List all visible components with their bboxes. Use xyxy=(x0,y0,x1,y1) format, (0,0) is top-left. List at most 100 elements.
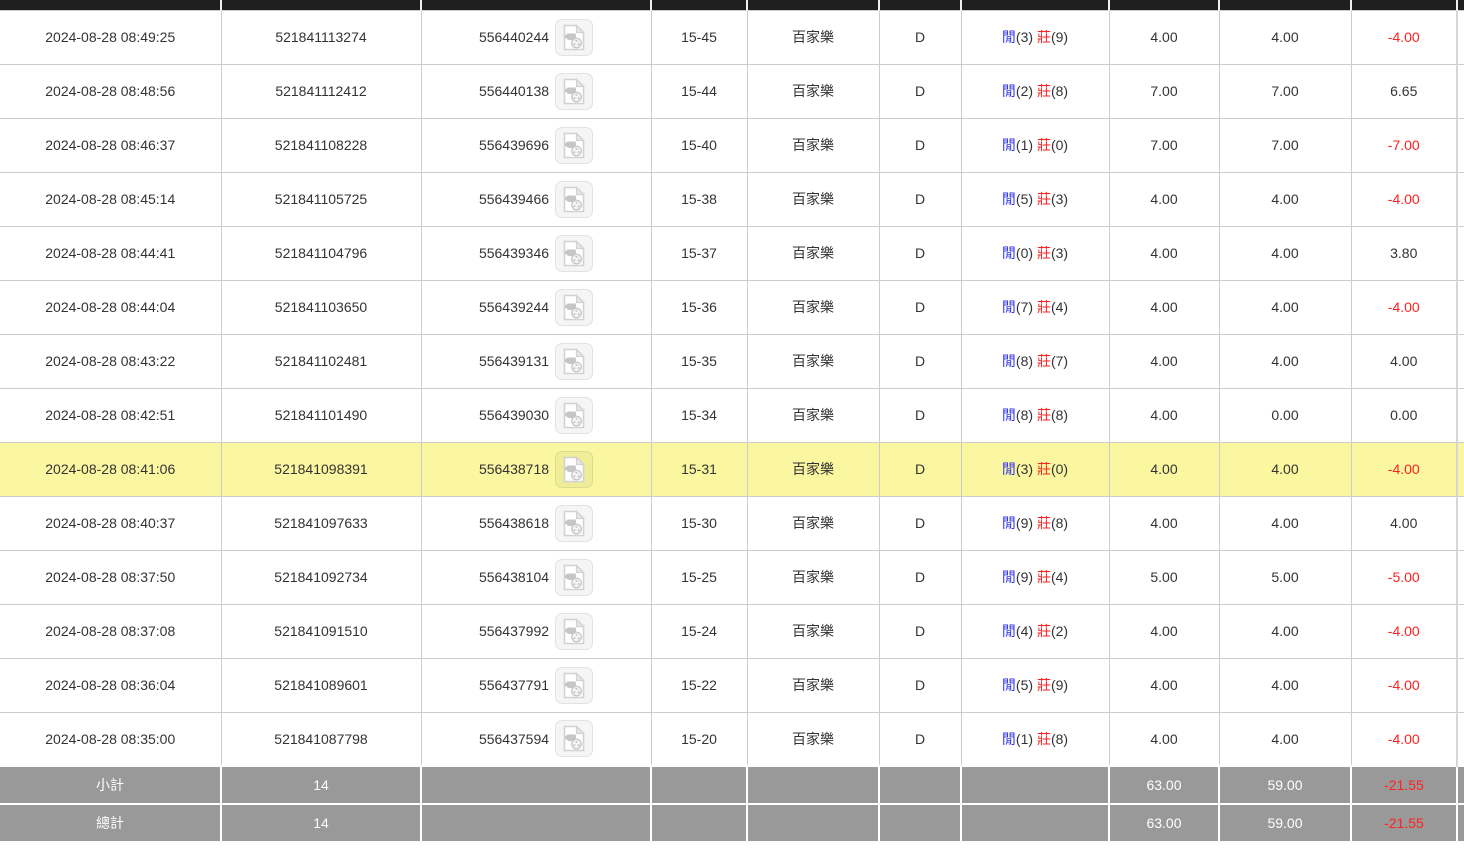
table-row[interactable]: 2024-08-28 08:37:08 521841091510 5564379… xyxy=(0,604,1464,658)
video-replay-button[interactable] xyxy=(555,559,593,596)
cell-overflow-sliver xyxy=(1457,226,1464,280)
player-label: 閒 xyxy=(1002,677,1016,693)
cell-bet-amount[interactable]: 4.00 xyxy=(1109,172,1219,226)
cell-result: 閒(1) 莊(0) xyxy=(961,118,1109,172)
cell-table-round: 15-36 xyxy=(651,280,747,334)
cell-round-id: 556440138 xyxy=(421,64,651,118)
cell-bet-amount[interactable]: 4.00 xyxy=(1109,280,1219,334)
cell-table-round: 15-20 xyxy=(651,712,747,766)
video-replay-button[interactable] xyxy=(555,613,593,650)
banker-label: 莊 xyxy=(1037,569,1051,585)
cell-round-id: 556437791 xyxy=(421,658,651,712)
cell-valid-bet: 4.00 xyxy=(1219,658,1351,712)
cell-bet-amount[interactable]: 4.00 xyxy=(1109,226,1219,280)
cell-bet-amount[interactable]: 4.00 xyxy=(1109,442,1219,496)
video-replay-button[interactable] xyxy=(555,720,593,757)
table-row[interactable]: 2024-08-28 08:44:41 521841104796 5564393… xyxy=(0,226,1464,280)
header-cell xyxy=(961,0,1109,10)
round-id-text: 556438104 xyxy=(479,569,549,585)
cell-bet-amount[interactable]: 4.00 xyxy=(1109,334,1219,388)
banker-label: 莊 xyxy=(1037,245,1051,261)
subtotal-row: 小計 14 63.00 59.00 -21.55 xyxy=(0,766,1464,804)
cell-table-round: 15-35 xyxy=(651,334,747,388)
cell-overflow-sliver xyxy=(1457,388,1464,442)
subtotal-empty-cell xyxy=(961,766,1109,804)
round-id-text: 556437992 xyxy=(479,623,549,639)
video-replay-button[interactable] xyxy=(555,451,593,488)
cell-table-round: 15-25 xyxy=(651,550,747,604)
player-score: (0) xyxy=(1016,245,1033,261)
table-row[interactable]: 2024-08-28 08:45:14 521841105725 5564394… xyxy=(0,172,1464,226)
video-file-icon xyxy=(562,24,586,51)
round-id-text: 556439346 xyxy=(479,245,549,261)
banker-label: 莊 xyxy=(1037,191,1051,207)
cell-bet-amount[interactable]: 4.00 xyxy=(1109,658,1219,712)
video-replay-button[interactable] xyxy=(555,127,593,164)
cell-bet-amount[interactable]: 7.00 xyxy=(1109,64,1219,118)
cell-bet-amount[interactable]: 4.00 xyxy=(1109,712,1219,766)
cell-bet-amount[interactable]: 4.00 xyxy=(1109,388,1219,442)
cell-bet-amount[interactable]: 5.00 xyxy=(1109,550,1219,604)
video-replay-button[interactable] xyxy=(555,343,593,380)
video-replay-button[interactable] xyxy=(555,397,593,434)
round-id-text: 556439030 xyxy=(479,407,549,423)
cell-overflow-sliver xyxy=(1457,658,1464,712)
cell-result: 閒(5) 莊(9) xyxy=(961,658,1109,712)
cell-round-id: 556438718 xyxy=(421,442,651,496)
cell-game-type: 百家樂 xyxy=(747,712,879,766)
player-score: (9) xyxy=(1016,515,1033,531)
table-row[interactable]: 2024-08-28 08:49:25 521841113274 5564402… xyxy=(0,10,1464,64)
table-row[interactable]: 2024-08-28 08:46:37 521841108228 5564396… xyxy=(0,118,1464,172)
player-score: (1) xyxy=(1016,731,1033,747)
cell-bet-amount[interactable]: 4.00 xyxy=(1109,496,1219,550)
cell-valid-bet: 7.00 xyxy=(1219,64,1351,118)
video-replay-button[interactable] xyxy=(555,19,593,56)
player-label: 閒 xyxy=(1002,83,1016,99)
table-row[interactable]: 2024-08-28 08:40:37 521841097633 5564386… xyxy=(0,496,1464,550)
cell-bet-id: 521841098391 xyxy=(221,442,421,496)
video-replay-button[interactable] xyxy=(555,235,593,272)
cell-overflow-sliver xyxy=(1457,442,1464,496)
cell-bet-amount[interactable]: 4.00 xyxy=(1109,10,1219,64)
total-count: 14 xyxy=(221,804,421,842)
cell-round-id: 556440244 xyxy=(421,10,651,64)
table-row[interactable]: 2024-08-28 08:36:04 521841089601 5564377… xyxy=(0,658,1464,712)
cell-table-code: D xyxy=(879,442,961,496)
cell-bet-amount[interactable]: 4.00 xyxy=(1109,604,1219,658)
banker-label: 莊 xyxy=(1037,299,1051,315)
cell-result: 閒(5) 莊(3) xyxy=(961,172,1109,226)
video-replay-button[interactable] xyxy=(555,289,593,326)
total-row: 總計 14 63.00 59.00 -21.55 xyxy=(0,804,1464,842)
header-cell xyxy=(0,0,221,10)
cell-overflow-sliver xyxy=(1457,172,1464,226)
banker-label: 莊 xyxy=(1037,731,1051,747)
table-header-row-cutoff xyxy=(0,0,1464,10)
total-empty-cell xyxy=(651,804,747,842)
video-replay-button[interactable] xyxy=(555,505,593,542)
cell-overflow-sliver xyxy=(1457,64,1464,118)
cell-bet-id: 521841113274 xyxy=(221,10,421,64)
subtotal-bet-sum: 63.00 xyxy=(1109,766,1219,804)
cell-bet-time: 2024-08-28 08:43:22 xyxy=(0,334,221,388)
table-row[interactable]: 2024-08-28 08:35:00 521841087798 5564375… xyxy=(0,712,1464,766)
cell-result: 閒(3) 莊(9) xyxy=(961,10,1109,64)
subtotal-empty-cell xyxy=(747,766,879,804)
table-row[interactable]: 2024-08-28 08:48:56 521841112412 5564401… xyxy=(0,64,1464,118)
cell-bet-amount[interactable]: 7.00 xyxy=(1109,118,1219,172)
cell-bet-time: 2024-08-28 08:37:50 xyxy=(0,550,221,604)
cell-bet-time: 2024-08-28 08:35:00 xyxy=(0,712,221,766)
table-row[interactable]: 2024-08-28 08:41:06 521841098391 5564387… xyxy=(0,442,1464,496)
table-row[interactable]: 2024-08-28 08:37:50 521841092734 5564381… xyxy=(0,550,1464,604)
winloss-cell: -4.00 xyxy=(1351,280,1457,334)
video-replay-button[interactable] xyxy=(555,667,593,704)
table-row[interactable]: 2024-08-28 08:44:04 521841103650 5564392… xyxy=(0,280,1464,334)
cell-round-id: 556437992 xyxy=(421,604,651,658)
cell-bet-id: 521841103650 xyxy=(221,280,421,334)
table-row[interactable]: 2024-08-28 08:43:22 521841102481 5564391… xyxy=(0,334,1464,388)
header-cell xyxy=(221,0,421,10)
video-replay-button[interactable] xyxy=(555,73,593,110)
subtotal-winloss-sum: -21.55 xyxy=(1351,766,1457,804)
video-replay-button[interactable] xyxy=(555,181,593,218)
video-file-icon xyxy=(562,564,586,591)
table-row[interactable]: 2024-08-28 08:42:51 521841101490 5564390… xyxy=(0,388,1464,442)
